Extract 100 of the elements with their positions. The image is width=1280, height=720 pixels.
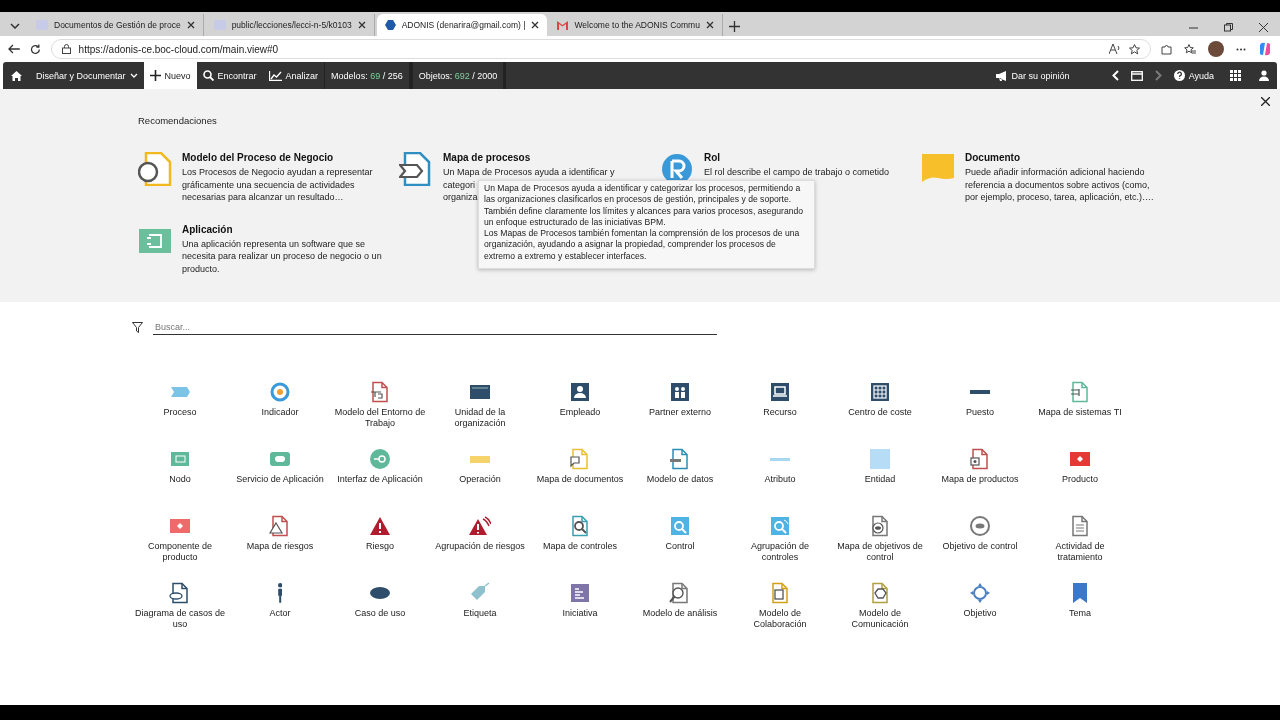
card-description: Los Procesos de Negocio ayudan a representar gráficamente una secuencia de actividades necesarias para alcanzar un resultado…: [182, 166, 374, 204]
object-type-button[interactable]: Tema: [1030, 582, 1130, 619]
copilot-icon[interactable]: [1258, 42, 1272, 56]
object-type-button[interactable]: Puesto: [930, 381, 1030, 418]
close-icon[interactable]: [1261, 97, 1270, 106]
object-type-button[interactable]: Objetivo: [930, 582, 1030, 619]
bar-icon: [470, 455, 490, 463]
nav-button[interactable]: Encontrar: [196, 62, 263, 89]
read-aloud-icon[interactable]: [1109, 44, 1121, 54]
interface-icon: [369, 448, 391, 470]
reload-icon[interactable]: [29, 43, 41, 55]
object-type-button[interactable]: Nodo: [130, 448, 230, 485]
card-description: Puede añadir información adicional haciendo referencia a documentos sobre activos (como, por ejemplo, proceso, tarea, aplicación, etc.)….: [965, 166, 1155, 204]
target-icon: [269, 381, 291, 403]
object-type-button[interactable]: Mapa de riesgos: [230, 515, 330, 552]
object-type-button[interactable]: Entidad: [830, 448, 930, 485]
object-type-button[interactable]: Servicio de Aplicación: [230, 448, 330, 485]
card-title[interactable]: Mapa de procesos: [443, 152, 615, 163]
object-type-button[interactable]: Actividad de tratamiento: [1030, 515, 1130, 563]
object-type-button[interactable]: Interfaz de Aplicación: [330, 448, 430, 485]
caret-icon: [129, 73, 138, 78]
back-arrow-icon[interactable]: [8, 44, 20, 54]
more-icon[interactable]: [1236, 47, 1246, 51]
close-icon[interactable]: [531, 21, 540, 29]
user-icon[interactable]: [1259, 70, 1269, 81]
apps-grid-icon[interactable]: [1230, 70, 1241, 81]
minimize-icon[interactable]: [1189, 26, 1198, 29]
people-icon: [669, 381, 691, 403]
object-type-button[interactable]: Objetivo de control: [930, 515, 1030, 552]
document-icon: [569, 515, 591, 537]
favorites-icon[interactable]: [1184, 43, 1196, 55]
close-icon[interactable]: [705, 21, 714, 29]
object-type-button[interactable]: Mapa de productos: [930, 448, 1030, 485]
object-type-button[interactable]: Indicador: [230, 381, 330, 418]
nav-button[interactable]: Nuevo: [143, 62, 197, 89]
object-type-button[interactable]: Mapa de controles: [530, 515, 630, 552]
object-type-button[interactable]: Caso de uso: [330, 582, 430, 619]
object-type-button[interactable]: Proceso: [130, 381, 230, 418]
plus-icon[interactable]: [729, 20, 741, 32]
card-title[interactable]: Modelo del Proceso de Negocio: [182, 152, 382, 163]
address-bar[interactable]: https://adonis-ce.boc-cloud.com/main.view#0: [50, 39, 1151, 59]
object-type-button[interactable]: Modelo de Comunicación: [830, 582, 930, 630]
object-type-button[interactable]: Etiqueta: [430, 582, 530, 619]
search-field[interactable]: Buscar...: [153, 320, 717, 335]
object-type-button[interactable]: Agrupación de riesgos: [430, 515, 530, 552]
profile-avatar[interactable]: [1208, 41, 1224, 57]
object-type-button[interactable]: Mapa de objetivos de control: [830, 515, 930, 563]
grid-table-icon: [869, 381, 891, 403]
menu-dropdown[interactable]: Diseñar y Documentar: [30, 62, 144, 89]
restore-icon[interactable]: [1224, 23, 1233, 32]
object-type-button[interactable]: Mapa de documentos: [530, 448, 630, 485]
mail-icon: [557, 20, 569, 30]
window-icon[interactable]: [1130, 70, 1143, 81]
chevron-down-icon[interactable]: [10, 23, 20, 29]
document-icon: [869, 515, 891, 537]
object-type-button[interactable]: Modelo de Colaboración: [730, 582, 830, 630]
document-icon: [1069, 515, 1091, 537]
object-type-button[interactable]: Producto: [1030, 448, 1130, 485]
close-icon[interactable]: [186, 21, 195, 29]
object-type-button[interactable]: Iniciativa: [530, 582, 630, 619]
close-icon[interactable]: [357, 21, 366, 29]
chevron-left-icon[interactable]: [1111, 70, 1119, 81]
object-type-button[interactable]: Actor: [230, 582, 330, 619]
object-type-button[interactable]: Operación: [430, 448, 530, 485]
document-icon: [569, 448, 591, 470]
nav-button[interactable]: Analizar: [262, 62, 325, 89]
puzzle-icon[interactable]: [1161, 43, 1172, 55]
object-type-button[interactable]: Unidad de la organización: [430, 381, 530, 429]
hexagon-icon: [384, 20, 396, 30]
search-icon: [769, 515, 791, 537]
card-description: Un Mapa de Procesos ayuda a identificar y: [443, 166, 615, 179]
object-type-button[interactable]: Partner externo: [630, 381, 730, 418]
object-type-button[interactable]: Modelo de análisis: [630, 582, 730, 619]
object-type-button[interactable]: Modelo del Entorno de Trabajo: [330, 381, 430, 429]
tooltip: Un Mapa de Procesos ayuda a identificar y categorizar los procesos, permitiendo a las organizaciones clasificarlos en procesos de gestión, principales y de soporte. También define claramente los límites y alcances para varios procesos, asegurando un enfoque estructurado de las iniciativas BPM. Los Mapas de Procesos también fomentan la comprensión de los procesos de una organización, ayudando a asignar la propiedad, comprender los procesos de extremo a extremo y establecer interfaces.: [478, 180, 815, 270]
home-icon[interactable]: [11, 70, 22, 81]
help-button[interactable]: Ayuda: [1167, 62, 1220, 89]
feedback-button[interactable]: Dar su opinión: [989, 62, 1076, 89]
card-title[interactable]: Documento: [965, 152, 1165, 163]
card-title[interactable]: Rol: [704, 152, 904, 163]
object-type-button[interactable]: Control: [630, 515, 730, 552]
object-type-button[interactable]: Riesgo: [330, 515, 430, 552]
object-type-button[interactable]: Agrupación de controles: [730, 515, 830, 563]
filter-icon[interactable]: [132, 322, 143, 333]
crosshair-icon: [969, 582, 991, 604]
object-type-button[interactable]: Modelo de datos: [630, 448, 730, 485]
star-icon[interactable]: [1129, 43, 1140, 55]
object-type-button[interactable]: Centro de coste: [830, 381, 930, 418]
close-icon[interactable]: [1259, 23, 1268, 32]
object-type-button[interactable]: Diagrama de casos de uso: [130, 582, 230, 630]
object-type-button[interactable]: Recurso: [730, 381, 830, 418]
object-type-button[interactable]: Atributo: [730, 448, 830, 485]
lock-icon: [61, 44, 71, 54]
laptop-icon: [769, 381, 791, 403]
object-type-button[interactable]: Mapa de sistemas TI: [1030, 381, 1130, 418]
browser-tab[interactable]: ADONIS (denarira@gmail.com) |: [376, 14, 548, 36]
object-type-button[interactable]: Componente de producto: [130, 515, 230, 563]
object-type-button[interactable]: Empleado: [530, 381, 630, 418]
card-title[interactable]: Aplicación: [182, 223, 382, 235]
person-icon: [569, 381, 591, 403]
